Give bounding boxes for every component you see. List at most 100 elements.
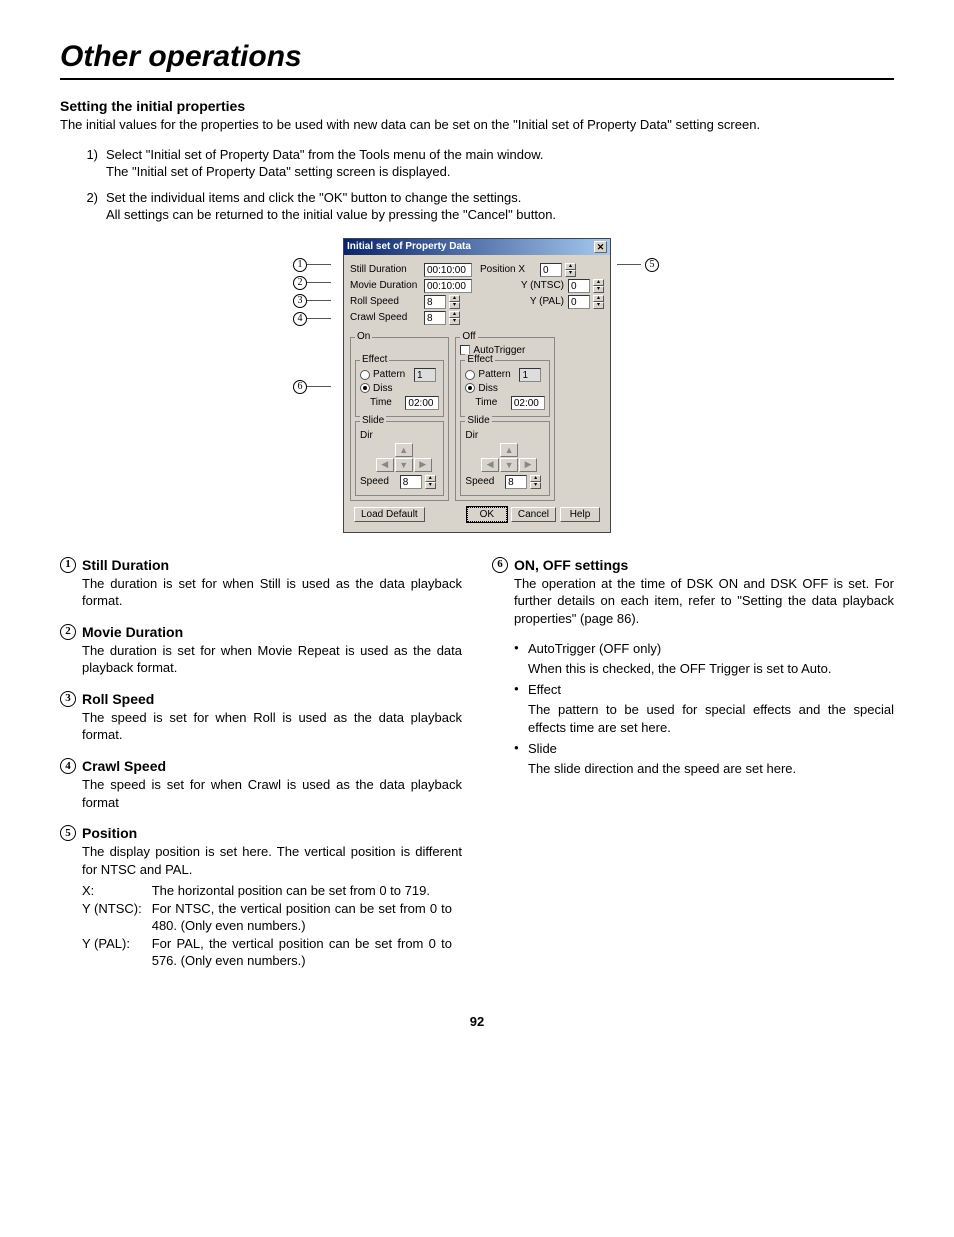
effect-legend: Effect [360, 354, 389, 365]
slide-legend: Slide [360, 415, 386, 426]
movie-duration-label: Movie Duration [350, 280, 420, 291]
off-effect-group: Effect Pattern 1 Diss Time 02:00 [460, 360, 549, 417]
arrow-down-icon[interactable]: ▼ [395, 458, 413, 472]
roll-speed-label: Roll Speed [350, 296, 420, 307]
callout-6: 6 [293, 380, 307, 394]
on-pattern-input[interactable]: 1 [414, 368, 436, 382]
help-button[interactable]: Help [560, 507, 600, 522]
bullet-desc: When this is checked, the OFF Trigger is… [528, 660, 894, 678]
dialog-screenshot: 1 2 3 4 6 Initial set of Property Data ✕… [60, 238, 894, 533]
y-pal-label: Y (PAL) [530, 296, 564, 307]
page-number: 92 [60, 1014, 894, 1029]
arrow-up-icon[interactable]: ▲ [395, 443, 413, 457]
on-slide-speed-input[interactable]: 8 [400, 475, 422, 489]
circle-3-icon: 3 [60, 691, 76, 707]
section-intro: The initial values for the properties to… [60, 116, 894, 134]
on-pattern-radio[interactable] [360, 370, 370, 380]
speed-label: Speed [465, 476, 494, 487]
off-group: Off AutoTrigger Effect Pattern 1 Diss Ti… [455, 337, 554, 501]
on-diss-radio[interactable] [360, 383, 370, 393]
ok-button[interactable]: OK [467, 507, 507, 522]
arrow-left-icon[interactable]: ◀ [376, 458, 394, 472]
circle-5-icon: 5 [60, 825, 76, 841]
arrow-up-icon[interactable]: ▲ [500, 443, 518, 457]
steps-list: 1) Select "Initial set of Property Data"… [80, 146, 894, 224]
dialog-title: Initial set of Property Data [347, 241, 471, 252]
pattern-label: Pattern [478, 369, 510, 380]
movie-duration-input[interactable]: 00:10:00 [424, 279, 472, 293]
on-direction-arrows[interactable]: ▲ ◀▼▶ [368, 443, 439, 472]
still-duration-input[interactable]: 00:10:00 [424, 263, 472, 277]
step-number: 1) [80, 146, 98, 181]
load-default-button[interactable]: Load Default [354, 507, 425, 522]
cancel-button[interactable]: Cancel [511, 507, 556, 522]
speed-label: Speed [360, 476, 389, 487]
off-pattern-input[interactable]: 1 [519, 368, 541, 382]
on-time-input[interactable]: 02:00 [405, 396, 439, 410]
arrow-right-icon[interactable]: ▶ [414, 458, 432, 472]
step-text: Set the individual items and click the "… [106, 190, 521, 205]
callout-4: 4 [293, 312, 307, 326]
crawl-speed-input[interactable]: 8 [424, 311, 446, 325]
sub-key: Y (PAL): [82, 935, 152, 970]
y-ntsc-spinner[interactable]: ▴▾ [593, 279, 604, 293]
sub-value: The horizontal position can be set from … [152, 882, 462, 900]
entry-4-body: The speed is set for when Crawl is used … [82, 776, 462, 811]
bullet-title: Effect [528, 682, 561, 697]
off-slide-speed-input[interactable]: 8 [505, 475, 527, 489]
sub-key: X: [82, 882, 152, 900]
time-label: Time [475, 397, 497, 408]
off-slide-group: Slide Dir ▲ ◀▼▶ Speed 8▴▾ [460, 421, 549, 496]
entry-6-bullets: AutoTrigger (OFF only)When this is check… [514, 640, 894, 777]
on-group: On Effect Pattern 1 Diss Time 02:00 Slid… [350, 337, 449, 501]
bullet-title: Slide [528, 741, 557, 756]
off-time-input[interactable]: 02:00 [511, 396, 545, 410]
y-pal-spinner[interactable]: ▴▾ [593, 295, 604, 309]
page-title: Other operations [60, 40, 894, 80]
y-pal-input[interactable]: 0 [568, 295, 590, 309]
dialog-titlebar: Initial set of Property Data ✕ [344, 239, 610, 255]
entry-2-title: Movie Duration [82, 624, 183, 640]
roll-speed-input[interactable]: 8 [424, 295, 446, 309]
effect-legend: Effect [465, 354, 494, 365]
dir-label: Dir [360, 430, 373, 441]
off-direction-arrows[interactable]: ▲ ◀▼▶ [473, 443, 544, 472]
position-x-label: Position X [480, 264, 536, 275]
off-diss-radio[interactable] [465, 383, 475, 393]
on-legend: On [355, 331, 372, 342]
close-button[interactable]: ✕ [594, 241, 607, 253]
arrow-left-icon[interactable]: ◀ [481, 458, 499, 472]
position-x-spinner[interactable]: ▴▾ [565, 263, 576, 277]
entry-1-title: Still Duration [82, 557, 169, 573]
entry-6-body: The operation at the time of DSK ON and … [514, 576, 894, 626]
diss-label: Diss [373, 383, 392, 394]
callout-1: 1 [293, 258, 307, 272]
position-sub-table: X:The horizontal position can be set fro… [82, 882, 462, 970]
circle-4-icon: 4 [60, 758, 76, 774]
arrow-right-icon[interactable]: ▶ [519, 458, 537, 472]
time-label: Time [370, 397, 392, 408]
step-text: Select "Initial set of Property Data" fr… [106, 147, 543, 162]
position-x-input[interactable]: 0 [540, 263, 562, 277]
pattern-label: Pattern [373, 369, 405, 380]
step-text: All settings can be returned to the init… [106, 207, 556, 222]
arrow-down-icon[interactable]: ▼ [500, 458, 518, 472]
circle-6-icon: 6 [492, 557, 508, 573]
on-slide-speed-spinner[interactable]: ▴▾ [425, 475, 436, 489]
entry-2-body: The duration is set for when Movie Repea… [82, 642, 462, 677]
off-pattern-radio[interactable] [465, 370, 475, 380]
roll-speed-spinner[interactable]: ▴▾ [449, 295, 460, 309]
bullet-desc: The pattern to be used for special effec… [528, 701, 894, 736]
bullet-desc: The slide direction and the speed are se… [528, 760, 894, 778]
circle-2-icon: 2 [60, 624, 76, 640]
still-duration-label: Still Duration [350, 264, 420, 275]
off-slide-speed-spinner[interactable]: ▴▾ [530, 475, 541, 489]
y-ntsc-input[interactable]: 0 [568, 279, 590, 293]
callout-3: 3 [293, 294, 307, 308]
crawl-speed-spinner[interactable]: ▴▾ [449, 311, 460, 325]
diss-label: Diss [478, 383, 497, 394]
entry-5-title: Position [82, 825, 137, 841]
entry-5-body: The display position is set here. The ve… [82, 844, 462, 877]
entry-3-title: Roll Speed [82, 691, 154, 707]
sub-key: Y (NTSC): [82, 900, 152, 935]
